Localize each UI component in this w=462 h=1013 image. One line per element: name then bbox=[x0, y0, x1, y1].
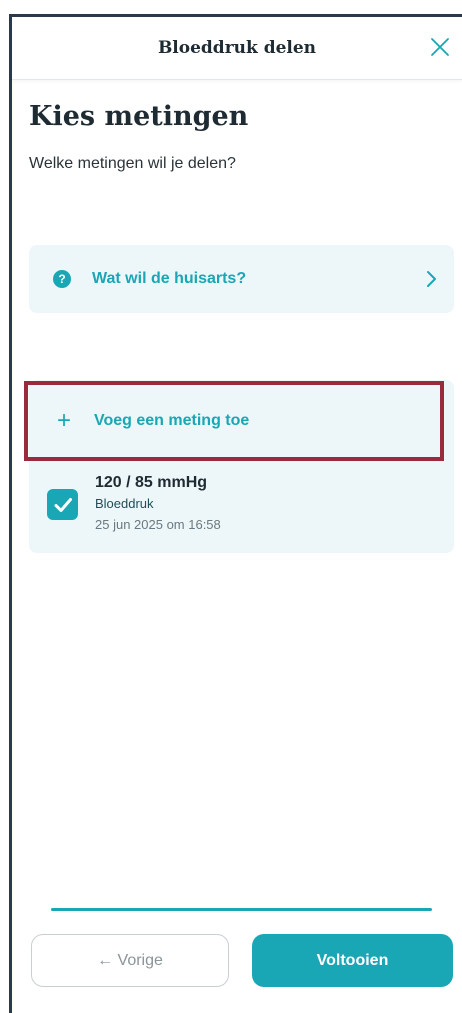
info-card-huisarts[interactable]: ? Wat wil de huisarts? bbox=[29, 245, 454, 313]
add-measurement-button[interactable]: + Voeg een meting toe bbox=[24, 381, 444, 461]
finish-button[interactable]: Voltooien bbox=[252, 934, 453, 987]
measurement-date: 25 jun 2025 om 16:58 bbox=[95, 517, 221, 532]
header-bar: Bloeddruk delen bbox=[12, 17, 462, 80]
header-title: Bloeddruk delen bbox=[157, 38, 317, 58]
close-button[interactable] bbox=[428, 35, 452, 59]
close-icon bbox=[431, 38, 449, 56]
add-measurement-label: Voeg een meting toe bbox=[94, 412, 250, 429]
measurement-value: 120 / 85 mmHg bbox=[95, 474, 208, 491]
question-icon: ? bbox=[53, 270, 71, 288]
previous-button[interactable]: ← Vorige bbox=[31, 934, 229, 987]
plus-icon: + bbox=[56, 407, 71, 434]
checkmark-icon bbox=[54, 497, 72, 512]
measurement-checkbox[interactable] bbox=[47, 489, 78, 520]
measurement-item[interactable]: 120 / 85 mmHg Bloeddruk 25 jun 2025 om 1… bbox=[29, 466, 454, 546]
progress-bar bbox=[51, 908, 432, 911]
chevron-right-icon bbox=[427, 271, 436, 287]
measurement-type: Bloeddruk bbox=[95, 496, 154, 511]
page-subtitle: Welke metingen wil je delen? bbox=[29, 155, 236, 172]
info-card-label: Wat wil de huisarts? bbox=[92, 270, 247, 287]
frame-left-border bbox=[9, 14, 12, 1013]
page-title: Kies metingen bbox=[29, 101, 249, 132]
